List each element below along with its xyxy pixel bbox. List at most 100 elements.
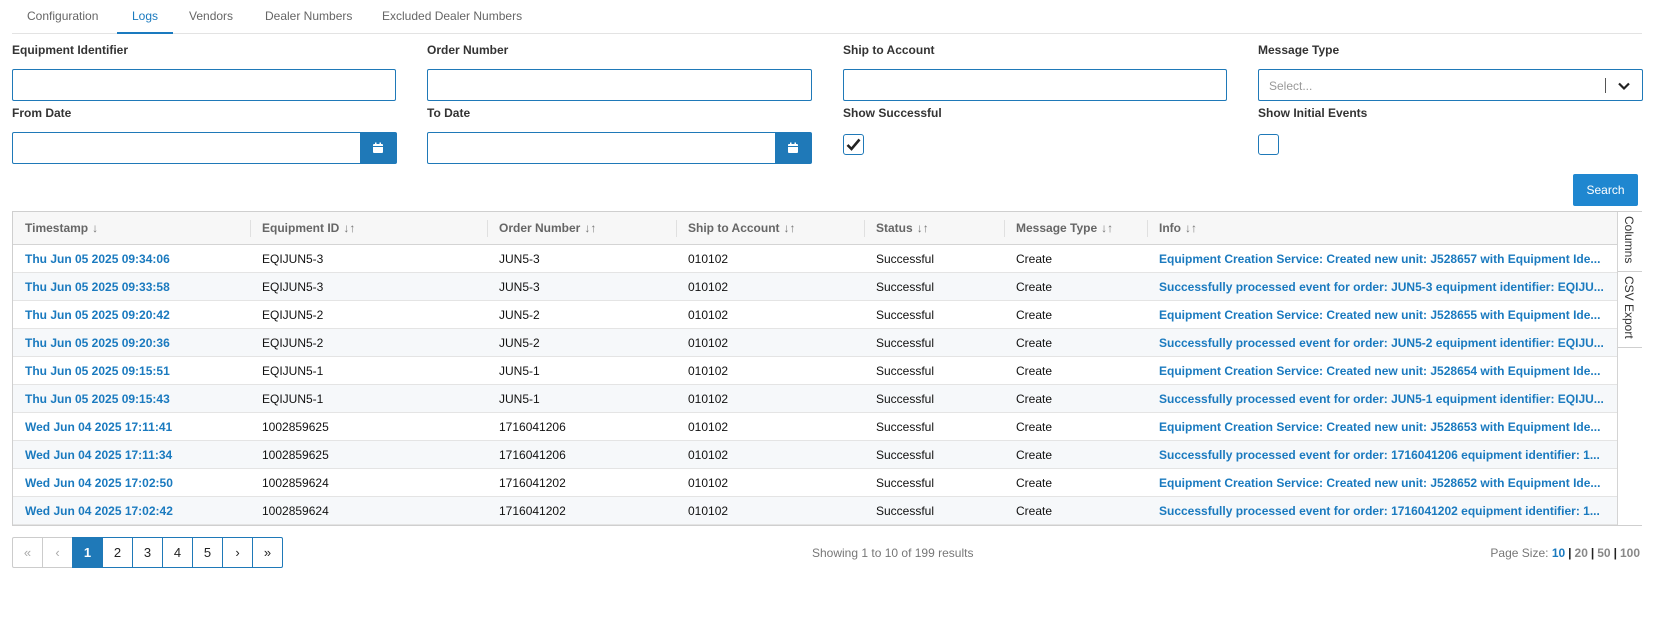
timestamp-cell[interactable]: Thu Jun 05 2025 09:20:36 (25, 329, 245, 357)
sort-icon[interactable]: ↓↑ (1185, 221, 1197, 235)
order-number-cell: JUN5-3 (499, 252, 540, 266)
next-page-button[interactable]: › (222, 537, 253, 568)
column-header-status[interactable]: Status ↓↑ (876, 212, 929, 245)
timestamp-cell[interactable]: Wed Jun 04 2025 17:02:42 (25, 497, 245, 525)
table-row[interactable]: Wed Jun 04 2025 17:02:50 1002859624 1716… (13, 469, 1617, 497)
page-button-4[interactable]: 4 (162, 537, 193, 568)
table-row[interactable]: Wed Jun 04 2025 17:02:42 1002859624 1716… (13, 497, 1617, 525)
page-button-3[interactable]: 3 (132, 537, 163, 568)
tab-configuration[interactable]: Configuration (12, 0, 113, 34)
order-number-cell: 1716041206 (499, 448, 566, 462)
page-button-5[interactable]: 5 (192, 537, 223, 568)
sort-icon[interactable]: ↓↑ (343, 221, 355, 235)
order-number-cell: JUN5-3 (499, 280, 540, 294)
timestamp-cell[interactable]: Thu Jun 05 2025 09:34:06 (25, 245, 245, 273)
columns-panel-tab[interactable]: Columns (1618, 212, 1642, 272)
message-type-placeholder: Select... (1269, 79, 1313, 93)
ship-to-account-cell: 010102 (688, 336, 729, 350)
status-cell: Successful (876, 448, 935, 462)
status-cell: Successful (876, 336, 935, 350)
info-cell[interactable]: Equipment Creation Service: Created new … (1159, 245, 1609, 273)
tab-logs[interactable]: Logs (117, 0, 174, 34)
column-header-timestamp[interactable]: Timestamp ↓ (25, 212, 98, 245)
status-cell: Successful (876, 420, 935, 434)
page-size-divider: | (1568, 546, 1572, 560)
sort-desc-icon[interactable]: ↓ (92, 221, 98, 235)
chevron-down-icon[interactable] (1616, 78, 1632, 94)
page-button-1[interactable]: 1 (72, 537, 103, 568)
sort-icon[interactable]: ↓↑ (917, 221, 929, 235)
page-size-option-10[interactable]: 10 (1552, 546, 1565, 560)
info-cell[interactable]: Equipment Creation Service: Created new … (1159, 413, 1609, 441)
equipment-identifier-input[interactable] (12, 69, 396, 101)
equipment-id-cell: EQIJUN5-1 (262, 364, 324, 378)
sort-icon[interactable]: ↓↑ (784, 221, 796, 235)
show-successful-checkbox[interactable] (843, 134, 864, 155)
message-type-cell: Create (1016, 420, 1053, 434)
select-separator (1605, 78, 1606, 93)
column-header-message-type[interactable]: Message Type ↓↑ (1016, 212, 1113, 245)
timestamp-cell[interactable]: Wed Jun 04 2025 17:11:34 (25, 441, 245, 469)
table-row[interactable]: Thu Jun 05 2025 09:20:36 EQIJUN5-2 JUN5-… (13, 329, 1617, 357)
column-header-ship-to-account[interactable]: Ship to Account ↓↑ (688, 212, 796, 245)
column-header-equipment-id[interactable]: Equipment ID ↓↑ (262, 212, 355, 245)
previous-page-button[interactable]: ‹ (42, 537, 73, 568)
first-page-button[interactable]: « (12, 537, 43, 568)
equipment-id-cell: 1002859625 (262, 448, 329, 462)
message-type-cell: Create (1016, 252, 1053, 266)
info-cell[interactable]: Equipment Creation Service: Created new … (1159, 301, 1609, 329)
message-type-cell: Create (1016, 336, 1053, 350)
column-separator (676, 220, 677, 237)
info-cell[interactable]: Successfully processed event for order: … (1159, 441, 1609, 469)
info-cell[interactable]: Successfully processed event for order: … (1159, 497, 1609, 525)
table-row[interactable]: Thu Jun 05 2025 09:20:42 EQIJUN5-2 JUN5-… (13, 301, 1617, 329)
csv-export-tab[interactable]: CSV Export (1618, 272, 1642, 348)
from-date-input[interactable] (12, 132, 362, 164)
timestamp-cell[interactable]: Wed Jun 04 2025 17:02:50 (25, 469, 245, 497)
equipment-id-cell: EQIJUN5-3 (262, 252, 324, 266)
timestamp-cell[interactable]: Wed Jun 04 2025 17:11:41 (25, 413, 245, 441)
to-date-picker-button[interactable] (775, 132, 812, 164)
table-row[interactable]: Thu Jun 05 2025 09:34:06 EQIJUN5-3 JUN5-… (13, 245, 1617, 273)
show-initial-events-checkbox[interactable] (1258, 134, 1279, 155)
sort-icon[interactable]: ↓↑ (1101, 221, 1113, 235)
order-number-cell: JUN5-2 (499, 336, 540, 350)
last-page-button[interactable]: » (252, 537, 283, 568)
page-size-option-20[interactable]: 20 (1575, 546, 1588, 560)
table-row[interactable]: Thu Jun 05 2025 09:15:51 EQIJUN5-1 JUN5-… (13, 357, 1617, 385)
tab-excluded-dealer-numbers[interactable]: Excluded Dealer Numbers (367, 0, 537, 34)
timestamp-cell[interactable]: Thu Jun 05 2025 09:20:42 (25, 301, 245, 329)
ship-to-account-cell: 010102 (688, 364, 729, 378)
column-header-order-number[interactable]: Order Number ↓↑ (499, 212, 596, 245)
timestamp-cell[interactable]: Thu Jun 05 2025 09:15:43 (25, 385, 245, 413)
column-header-info[interactable]: Info ↓↑ (1159, 212, 1197, 245)
ship-to-account-input[interactable] (843, 69, 1227, 101)
order-number-input[interactable] (427, 69, 812, 101)
page-button-2[interactable]: 2 (102, 537, 133, 568)
table-row[interactable]: Wed Jun 04 2025 17:11:41 1002859625 1716… (13, 413, 1617, 441)
timestamp-cell[interactable]: Thu Jun 05 2025 09:33:58 (25, 273, 245, 301)
info-cell[interactable]: Equipment Creation Service: Created new … (1159, 469, 1609, 497)
tab-dealer-numbers[interactable]: Dealer Numbers (250, 0, 367, 34)
page-size-option-50[interactable]: 50 (1597, 546, 1610, 560)
search-button[interactable]: Search (1573, 174, 1638, 206)
page-size-divider: | (1613, 546, 1617, 560)
timestamp-cell[interactable]: Thu Jun 05 2025 09:15:51 (25, 357, 245, 385)
table-row[interactable]: Thu Jun 05 2025 09:33:58 EQIJUN5-3 JUN5-… (13, 273, 1617, 301)
info-cell[interactable]: Successfully processed event for order: … (1159, 385, 1609, 413)
message-type-select[interactable]: Select... (1258, 69, 1643, 101)
to-date-input[interactable] (427, 132, 777, 164)
info-cell[interactable]: Equipment Creation Service: Created new … (1159, 357, 1609, 385)
grid-side-panel: Columns CSV Export (1617, 212, 1642, 525)
info-cell[interactable]: Successfully processed event for order: … (1159, 273, 1609, 301)
from-date-picker-button[interactable] (360, 132, 397, 164)
sort-icon[interactable]: ↓↑ (584, 221, 596, 235)
order-number-cell: JUN5-1 (499, 364, 540, 378)
pagination: « ‹ 1 2 3 4 5 › » (12, 537, 283, 568)
table-row[interactable]: Thu Jun 05 2025 09:15:43 EQIJUN5-1 JUN5-… (13, 385, 1617, 413)
logs-grid: Timestamp ↓ Equipment ID ↓↑ Order Number ↓↑… (12, 211, 1642, 526)
tab-vendors[interactable]: Vendors (174, 0, 248, 34)
page-size-option-100[interactable]: 100 (1620, 546, 1640, 560)
info-cell[interactable]: Successfully processed event for order: … (1159, 329, 1609, 357)
table-row[interactable]: Wed Jun 04 2025 17:11:34 1002859625 1716… (13, 441, 1617, 469)
